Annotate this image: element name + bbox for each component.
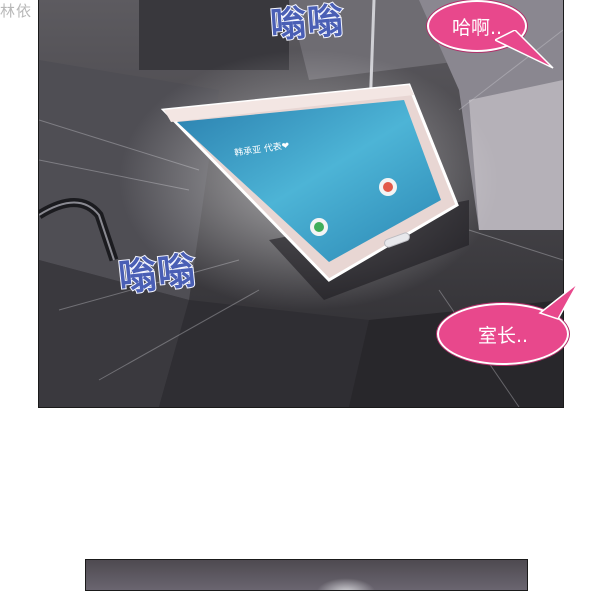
speech-bubble-bottom-tail — [538, 283, 579, 320]
sfx-buzz-left: 嗡嗡 — [115, 247, 199, 301]
panel-light — [316, 578, 376, 590]
speech-bubble-top-tail — [495, 30, 554, 69]
sfx-buzz-top: 嗡嗡 — [268, 0, 347, 48]
watermark: 林依 — [0, 2, 33, 20]
comic-panel-next — [85, 559, 528, 591]
